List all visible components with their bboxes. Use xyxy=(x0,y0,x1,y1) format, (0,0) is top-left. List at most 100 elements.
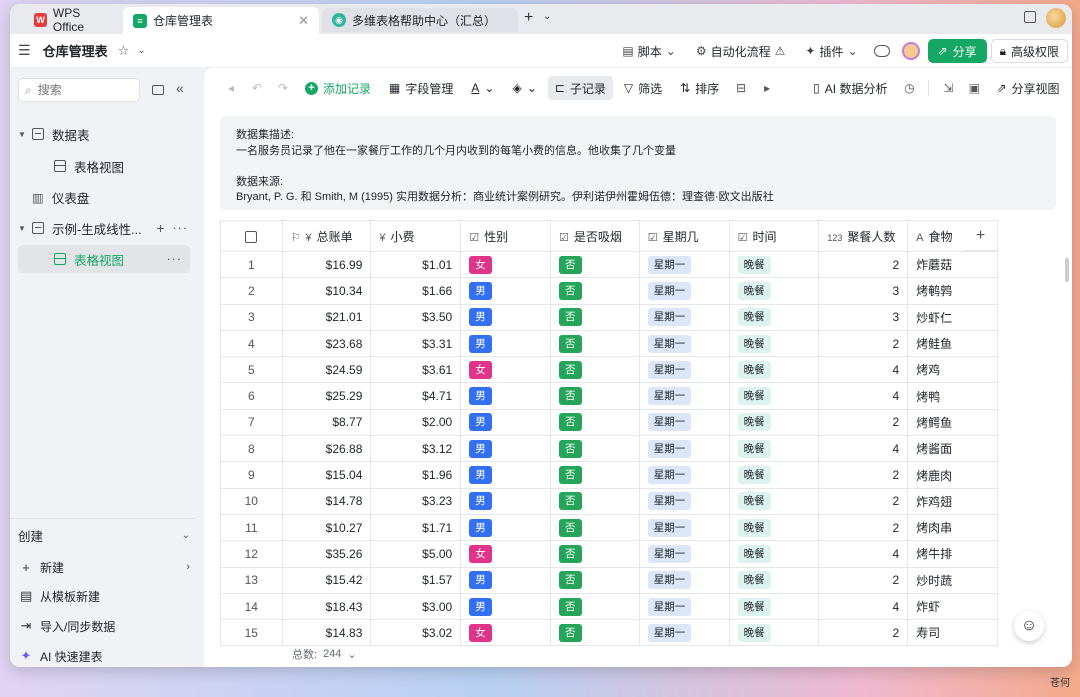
automation-button[interactable]: ⚙ 自动化流程 ⚠ xyxy=(688,38,794,64)
cell-day[interactable]: 星期一 xyxy=(638,303,730,331)
column-header-size[interactable]: 123 聚餐人数 xyxy=(818,220,909,252)
import-sync-button[interactable]: ⇥ 导入/同步数据 xyxy=(20,614,190,638)
add-icon[interactable]: + xyxy=(156,220,164,236)
chevron-down-icon[interactable]: ⌄ xyxy=(543,11,551,22)
cell-food[interactable]: 烤肉串 xyxy=(907,513,998,542)
row-number[interactable]: 8 xyxy=(220,435,283,463)
restore-window-icon[interactable] xyxy=(1024,11,1036,23)
cell-time[interactable]: 晚餐 xyxy=(728,303,820,331)
row-number[interactable]: 15 xyxy=(220,619,283,647)
cell-smoker[interactable]: 否 xyxy=(550,435,640,463)
table-row[interactable]: 15 $14.83 $3.02 女 否 星期一 晚餐 2 寿司 xyxy=(220,619,998,647)
sidebar-item-datatable[interactable]: ▼ 数据表 xyxy=(10,120,196,148)
cell-day[interactable]: 星期一 xyxy=(638,566,730,594)
cell-total[interactable]: $10.27 xyxy=(281,513,372,542)
search-box[interactable]: ⌕ xyxy=(18,78,140,102)
cell-total[interactable]: $25.29 xyxy=(281,382,372,410)
row-number[interactable]: 3 xyxy=(220,303,283,331)
menu-icon[interactable]: ☰ xyxy=(18,42,31,59)
filter-button[interactable]: ▽ 筛选 xyxy=(617,76,669,100)
undo-icon[interactable]: ↶ xyxy=(246,81,268,95)
tab-warehouse[interactable]: ≡ 仓库管理表 ✕ xyxy=(123,7,319,34)
cell-time[interactable]: 晚餐 xyxy=(728,250,820,279)
cell-time[interactable]: 晚餐 xyxy=(728,513,820,542)
row-number[interactable]: 6 xyxy=(220,382,283,410)
cell-day[interactable]: 星期一 xyxy=(638,435,730,463)
cell-total[interactable]: $16.99 xyxy=(281,250,372,279)
column-header-smoker[interactable]: ☑ 是否吸烟 xyxy=(550,220,640,252)
cell-total[interactable]: $23.68 xyxy=(281,329,372,358)
sidebar-item-table-view[interactable]: 表格视图 xyxy=(10,152,196,180)
cell-total[interactable]: $14.83 xyxy=(281,619,372,647)
cell-time[interactable]: 晚餐 xyxy=(728,461,820,489)
cell-size[interactable]: 2 xyxy=(818,619,909,647)
cell-sex[interactable]: 男 xyxy=(460,461,551,489)
row-number[interactable]: 13 xyxy=(220,566,283,594)
row-number[interactable]: 7 xyxy=(220,408,283,437)
cell-tip[interactable]: $1.57 xyxy=(370,566,462,594)
more-icon[interactable]: ··· xyxy=(167,252,183,266)
cell-total[interactable]: $8.77 xyxy=(281,408,372,437)
add-column-button[interactable]: + xyxy=(964,220,998,251)
text-color-button[interactable]: A ⌄ xyxy=(464,76,501,100)
cell-time[interactable]: 晚餐 xyxy=(728,566,820,594)
cell-size[interactable]: 2 xyxy=(818,513,909,542)
cell-smoker[interactable]: 否 xyxy=(550,566,640,594)
cell-size[interactable]: 2 xyxy=(818,408,909,437)
more-icon[interactable]: ··· xyxy=(173,221,189,235)
cell-tip[interactable]: $4.71 xyxy=(370,382,462,410)
cell-total[interactable]: $15.04 xyxy=(281,461,372,489)
cell-sex[interactable]: 男 xyxy=(460,566,551,594)
table-row[interactable]: 5 $24.59 $3.61 女 否 星期一 晚餐 4 烤鸡 xyxy=(220,356,998,384)
cell-total[interactable]: $26.88 xyxy=(281,435,372,463)
cell-sex[interactable]: 男 xyxy=(460,487,551,515)
cell-total[interactable]: $15.42 xyxy=(281,566,372,594)
cell-food[interactable]: 炸虾 xyxy=(907,592,998,621)
cell-tip[interactable]: $3.12 xyxy=(370,435,462,463)
cell-total[interactable]: $21.01 xyxy=(281,303,372,331)
cell-smoker[interactable]: 否 xyxy=(550,250,640,279)
cell-food[interactable]: 烤鹿肉 xyxy=(907,461,998,489)
from-template-button[interactable]: ▤ 从模板新建 xyxy=(20,584,190,608)
cell-tip[interactable]: $3.02 xyxy=(370,619,462,647)
select-all-cell[interactable] xyxy=(220,220,283,252)
row-height-icon[interactable]: ⊟ xyxy=(730,81,752,95)
cell-smoker[interactable]: 否 xyxy=(550,382,640,410)
table-row[interactable]: 10 $14.78 $3.23 男 否 星期一 晚餐 2 炸鸡翅 xyxy=(220,487,998,515)
cell-size[interactable]: 2 xyxy=(818,487,909,515)
row-number[interactable]: 1 xyxy=(220,250,283,279)
tab-help-center[interactable]: ◉ 多维表格帮助中心（汇总） xyxy=(322,8,518,32)
collapse-sidebar-icon[interactable]: « xyxy=(176,80,184,96)
table-row[interactable]: 13 $15.42 $1.57 男 否 星期一 晚餐 2 炒时蔬 xyxy=(220,566,998,594)
cell-size[interactable]: 3 xyxy=(818,303,909,331)
ai-analysis-button[interactable]: ▯ AI 数据分析 xyxy=(806,76,894,100)
table-row[interactable]: 8 $26.88 $3.12 男 否 星期一 晚餐 4 烤酱面 xyxy=(220,435,998,463)
row-number[interactable]: 5 xyxy=(220,356,283,384)
table-row[interactable]: 6 $25.29 $4.71 男 否 星期一 晚餐 4 烤鸭 xyxy=(220,382,998,410)
table-row[interactable]: 14 $18.43 $3.00 男 否 星期一 晚餐 4 炸虾 xyxy=(220,592,998,621)
new-tab-icon[interactable]: + xyxy=(524,9,533,27)
cell-sex[interactable]: 女 xyxy=(460,540,551,568)
cell-size[interactable]: 2 xyxy=(818,461,909,489)
cell-food[interactable]: 寿司 xyxy=(907,619,998,647)
column-header-total[interactable]: ⚐ ¥ 总账单 xyxy=(281,220,372,252)
cell-time[interactable]: 晚餐 xyxy=(728,329,820,358)
cell-sex[interactable]: 男 xyxy=(460,435,551,463)
assistant-icon[interactable]: ☺ xyxy=(1014,611,1044,641)
add-record-button[interactable]: + 添加记录 xyxy=(298,76,378,100)
ai-build-button[interactable]: ✦ AI 快速建表 xyxy=(20,644,190,667)
row-number[interactable]: 12 xyxy=(220,540,283,568)
cloud-sync-icon[interactable] xyxy=(873,45,890,57)
cell-food[interactable]: 烤酱面 xyxy=(907,435,998,463)
cell-sex[interactable]: 男 xyxy=(460,592,551,621)
plugin-button[interactable]: ✦ 插件 ⌄ xyxy=(797,38,865,64)
cell-total[interactable]: $35.26 xyxy=(281,540,372,568)
share-button[interactable]: ⇗ 分享 xyxy=(927,39,987,63)
cell-total[interactable]: $18.43 xyxy=(281,592,372,621)
row-number[interactable]: 14 xyxy=(220,592,283,621)
sidebar-item-example[interactable]: ▼ 示例-生成线性... + ··· xyxy=(10,214,196,242)
cell-tip[interactable]: $1.96 xyxy=(370,461,462,489)
sub-record-button[interactable]: ⊏ 子记录 xyxy=(547,76,613,100)
cell-smoker[interactable]: 否 xyxy=(550,461,640,489)
cell-day[interactable]: 星期一 xyxy=(638,277,730,305)
